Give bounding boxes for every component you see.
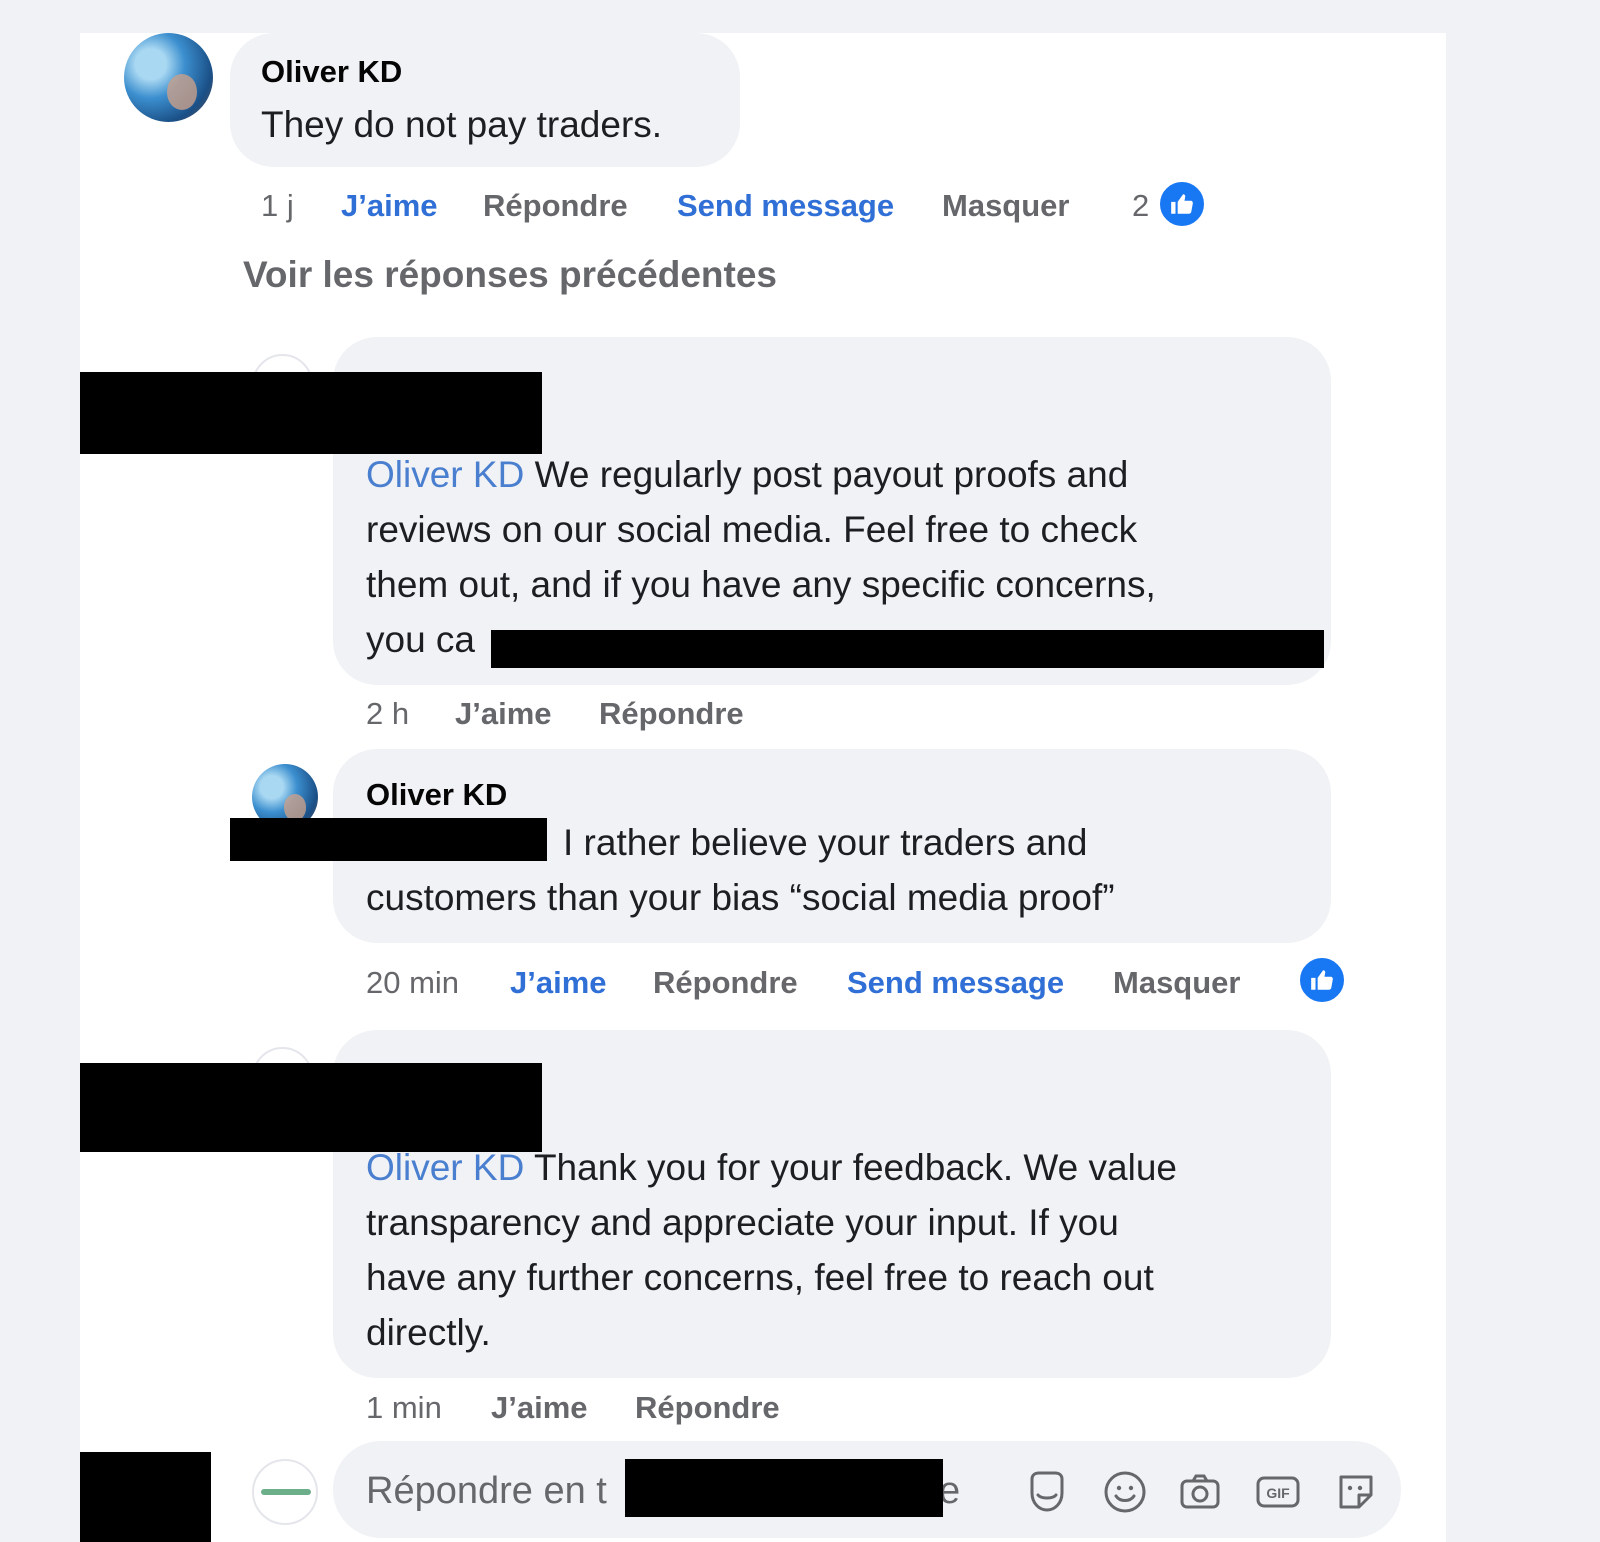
- reply-like-button[interactable]: J’aime: [455, 696, 552, 732]
- redaction-bar: [80, 1063, 542, 1152]
- reply-timestamp[interactable]: 20 min: [366, 965, 459, 1001]
- comment-hide-button[interactable]: Masquer: [942, 188, 1069, 224]
- reply-timestamp[interactable]: 2 h: [366, 696, 409, 732]
- comment-like-count[interactable]: 2: [1132, 188, 1149, 224]
- reply-timestamp[interactable]: 1 min: [366, 1390, 442, 1426]
- reply-like-button[interactable]: J’aime: [510, 965, 607, 1001]
- composer-page-avatar[interactable]: [252, 1459, 318, 1525]
- commenter-avatar[interactable]: [124, 33, 213, 122]
- comment-like-button[interactable]: J’aime: [341, 188, 438, 224]
- comment-author[interactable]: Oliver KD: [261, 54, 402, 90]
- reply-send-message-button[interactable]: Send message: [847, 965, 1064, 1001]
- comment-reply-button[interactable]: Répondre: [483, 188, 628, 224]
- comment-send-message-button[interactable]: Send message: [677, 188, 894, 224]
- thumbs-up-icon[interactable]: [1297, 955, 1347, 1005]
- reply-like-button[interactable]: J’aime: [491, 1390, 588, 1426]
- reply-text-line: customers than your bias “social media p…: [366, 877, 1115, 918]
- reply-text-line: you ca: [366, 619, 476, 660]
- sticker-icon[interactable]: [1331, 1467, 1381, 1517]
- reply-mention-link[interactable]: Oliver KD: [366, 454, 524, 495]
- reply-reply-button[interactable]: Répondre: [599, 696, 744, 732]
- svg-text:GIF: GIF: [1266, 1485, 1290, 1501]
- reply-hide-button[interactable]: Masquer: [1113, 965, 1240, 1001]
- reply-text-line: Thank you for your feedback. We value: [533, 1147, 1177, 1188]
- reply-text-line: We regularly post payout proofs and: [534, 454, 1129, 495]
- redaction-bar: [491, 630, 1324, 668]
- reply-text-line: have any further concerns, feel free to …: [366, 1257, 1154, 1298]
- reply-text-line: reviews on our social media. Feel free t…: [366, 509, 1138, 550]
- avatar-sticker-icon[interactable]: [1022, 1467, 1072, 1517]
- thumbs-up-icon[interactable]: [1157, 179, 1207, 229]
- reply-reply-button[interactable]: Répondre: [635, 1390, 780, 1426]
- comment-timestamp[interactable]: 1 j: [261, 188, 294, 224]
- reply-author[interactable]: Oliver KD: [366, 777, 507, 813]
- reply-text: Oliver KD We regularly post payout proof…: [366, 447, 1128, 502]
- comment-text: They do not pay traders.: [261, 104, 663, 145]
- emoji-icon[interactable]: [1100, 1467, 1150, 1517]
- redaction-bar: [230, 818, 547, 861]
- camera-icon[interactable]: [1175, 1467, 1225, 1517]
- reply-text-line: I rather believe your traders and: [563, 822, 1088, 863]
- gif-icon[interactable]: GIF: [1253, 1467, 1303, 1517]
- reply-text-line: directly.: [366, 1312, 491, 1353]
- view-previous-replies-link[interactable]: Voir les réponses précédentes: [243, 254, 777, 296]
- reply-reply-button[interactable]: Répondre: [653, 965, 798, 1001]
- reply-text-line: them out, and if you have any specific c…: [366, 564, 1156, 605]
- redaction-bar: [625, 1459, 943, 1517]
- redaction-bar: [80, 1452, 211, 1542]
- reply-mention-link[interactable]: Oliver KD: [366, 1147, 524, 1188]
- reply-text-line: transparency and appreciate your input. …: [366, 1202, 1119, 1243]
- redaction-bar: [80, 372, 542, 454]
- reply-input-placeholder: Répondre en t: [366, 1470, 607, 1512]
